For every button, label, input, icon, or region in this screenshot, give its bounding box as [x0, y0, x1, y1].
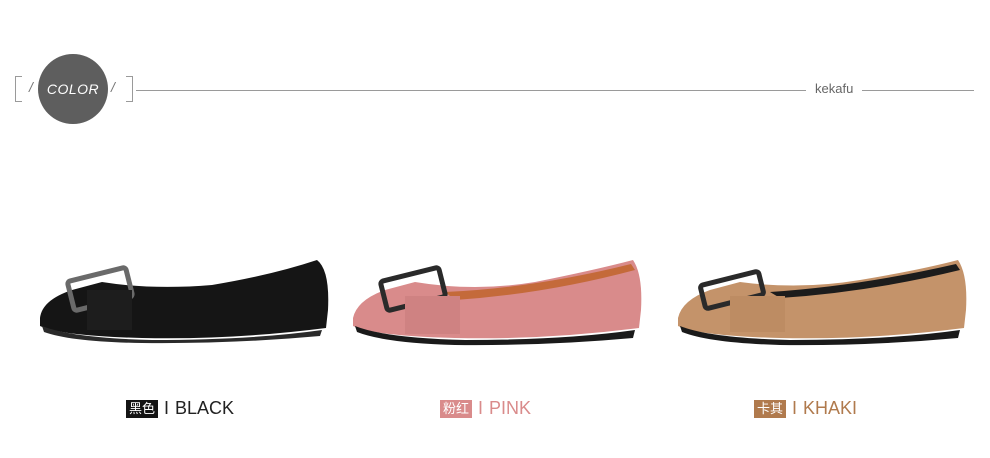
shoe-image-khaki [678, 260, 967, 346]
left-bracket [15, 76, 22, 102]
color-name-en: BLACK [175, 398, 235, 418]
color-name-en: PINK [489, 398, 532, 418]
label-separator: I [792, 398, 798, 418]
color-label-khaki: 卡其 I KHAKI [754, 398, 857, 419]
section-header: / COLOR / kekafu [0, 0, 990, 130]
color-tag-cn: 黑色 [126, 399, 159, 418]
left-slash: / [29, 79, 33, 95]
color-name-en: KHAKI [803, 398, 858, 418]
header-rule-right [862, 90, 974, 91]
color-label-black: 黑色 I BLACK [126, 398, 234, 419]
color-badge: COLOR [38, 54, 108, 124]
color-badge-label: COLOR [46, 81, 100, 97]
shoe-image-pink [353, 260, 642, 346]
label-separator: I [478, 398, 484, 418]
color-label-pink: 粉红 I PINK [440, 398, 531, 419]
color-tag-cn: 卡其 [754, 399, 787, 418]
brand-name: kekafu [815, 81, 854, 96]
shoe-image-black [40, 260, 329, 344]
color-tag-cn: 粉红 [440, 399, 473, 418]
label-separator: I [164, 398, 170, 418]
right-slash: / [111, 79, 115, 95]
right-bracket [126, 76, 133, 102]
header-rule-left [136, 90, 806, 91]
